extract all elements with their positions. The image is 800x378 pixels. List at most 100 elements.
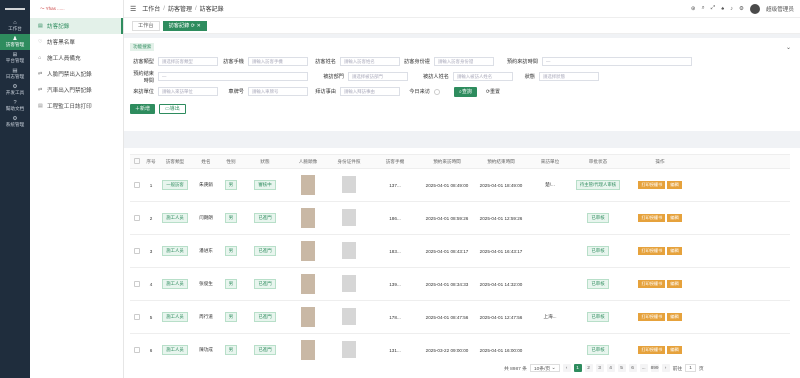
edit-button[interactable]: 編輯: [667, 313, 682, 321]
id-photo[interactable]: [342, 308, 356, 325]
row-checkbox[interactable]: [134, 214, 140, 221]
row-checkbox[interactable]: [134, 181, 140, 188]
prev-page-icon[interactable]: ‹: [562, 364, 571, 372]
search-icon[interactable]: ⌕: [702, 5, 705, 12]
filter-input[interactable]: 請輸入訪客手機: [248, 57, 308, 66]
face-photo[interactable]: [301, 240, 315, 261]
unit-cell: 楚/...: [545, 182, 555, 187]
edit-button[interactable]: 編輯: [667, 181, 682, 189]
edit-button[interactable]: 編輯: [667, 346, 682, 354]
select-all-checkbox[interactable]: [134, 158, 140, 164]
collapse-icon[interactable]: ⌄: [783, 43, 794, 52]
filter-input[interactable]: 請輸入被訪人姓名: [453, 72, 513, 81]
submenu-item-5[interactable]: ▤ 工程監工日誌打印: [30, 98, 123, 114]
id-photo[interactable]: [342, 341, 356, 358]
rail-label: 系统管理: [5, 122, 25, 127]
filter-input[interactable]: —: [542, 57, 692, 66]
face-photo[interactable]: [301, 339, 315, 360]
reset-button[interactable]: ⟳ 重置: [481, 87, 505, 97]
print-auth-button[interactable]: 打印授權书: [638, 346, 666, 354]
avatar[interactable]: [750, 3, 761, 14]
id-photo[interactable]: [342, 209, 356, 226]
filter-label: 預約來訪時間: [506, 59, 538, 65]
rail-item-3[interactable]: ▤ 日志管理: [0, 66, 30, 82]
face-photo[interactable]: [301, 207, 315, 228]
face-photo[interactable]: [301, 174, 315, 195]
row-checkbox[interactable]: [134, 346, 140, 353]
rail-item-0[interactable]: ⌂ 工作台: [0, 18, 30, 34]
op-cell: 打印授權书 編輯: [624, 181, 696, 189]
face-photo[interactable]: [301, 306, 315, 327]
export-button[interactable]: ▭ 導出: [159, 103, 186, 114]
bell-icon[interactable]: ♪: [730, 6, 733, 12]
menu-toggle-icon[interactable]: ☰: [130, 5, 136, 13]
row-checkbox[interactable]: [134, 280, 140, 287]
today-radio[interactable]: [434, 88, 440, 95]
page-6[interactable]: 6: [628, 364, 637, 372]
breadcrumb-section[interactable]: 訪客管理: [168, 4, 192, 13]
rail-item-1[interactable]: ♟ 訪客管理: [0, 34, 30, 50]
submenu-item-2[interactable]: ⌂ 施工人員備充: [30, 50, 123, 66]
filter-input[interactable]: 請选择被訪部門: [348, 72, 408, 81]
fullscreen-icon[interactable]: ⤢: [711, 5, 715, 12]
tab-visitor-records[interactable]: 訪客記錄 ⟳ ✕: [162, 20, 207, 31]
print-auth-button[interactable]: 打印授權书: [638, 214, 666, 222]
tab-workbench[interactable]: 工作台: [132, 20, 160, 31]
page-3[interactable]: 3: [595, 364, 604, 372]
refresh-icon[interactable]: ⟳: [191, 23, 195, 29]
name-cell: 陳功成: [199, 347, 213, 352]
github-icon[interactable]: ⊛: [691, 6, 696, 12]
rail-item-2[interactable]: ⊞ 平台管理: [0, 50, 30, 66]
page-...[interactable]: ...: [639, 364, 648, 372]
filter-input[interactable]: 請輸入來訪單位: [158, 87, 218, 96]
filter-label: 訪客類型: [133, 59, 154, 65]
rail-item-6[interactable]: ⚙ 系统管理: [0, 114, 30, 130]
breadcrumb-home[interactable]: 工作台: [142, 4, 160, 13]
filter-input[interactable]: —: [158, 72, 308, 81]
id-photo[interactable]: [342, 176, 356, 193]
filter-label: 來訪單位: [133, 89, 154, 95]
filter-input[interactable]: 請輸入拜訪事由: [340, 87, 400, 96]
submenu-item-1[interactable]: ♡ 訪客黑名單: [30, 34, 123, 50]
settings-icon[interactable]: ⚙: [739, 6, 744, 12]
print-auth-button[interactable]: 打印授權书: [638, 313, 666, 321]
page-1[interactable]: 1: [573, 364, 582, 372]
close-icon[interactable]: ✕: [197, 23, 201, 29]
submenu-item-4[interactable]: ⇄ 汽車出入門禁記錄: [30, 82, 123, 98]
add-button[interactable]: ＋ 新增: [130, 103, 156, 114]
id-photo[interactable]: [342, 275, 356, 292]
rail-item-5[interactable]: ? 幫助文档: [0, 98, 30, 114]
print-auth-button[interactable]: 打印授權书: [638, 247, 666, 255]
page-2[interactable]: 2: [584, 364, 593, 372]
filter-input[interactable]: 請选择狀態: [539, 72, 599, 81]
edit-button[interactable]: 編輯: [667, 214, 682, 222]
shirt-icon[interactable]: ♠: [721, 6, 724, 12]
next-page-icon[interactable]: ›: [661, 364, 670, 372]
submenu-item-0[interactable]: ▤ 訪客記錄: [30, 18, 123, 34]
row-checkbox[interactable]: [134, 247, 140, 254]
print-auth-button[interactable]: 打印授權书: [638, 181, 666, 189]
row-checkbox[interactable]: [134, 313, 140, 320]
submenu-item-3[interactable]: ⇄ 人臉門禁出入記錄: [30, 66, 123, 82]
edit-button[interactable]: 編輯: [667, 247, 682, 255]
rail-item-4[interactable]: ⚙ 开发工具: [0, 82, 30, 98]
filter-input[interactable]: 請輸入訪客身份證: [434, 57, 494, 66]
unit-cell: 上海...: [543, 314, 557, 319]
id-photo[interactable]: [342, 242, 356, 259]
filter-input[interactable]: 請輸入車牌号: [248, 87, 308, 96]
face-photo[interactable]: [301, 273, 315, 294]
goto-input[interactable]: 1: [685, 364, 696, 372]
face-cell: [288, 273, 328, 295]
filter-input[interactable]: 請选择訪客類型: [158, 57, 218, 66]
page-4[interactable]: 4: [606, 364, 615, 372]
id-cell: [328, 176, 370, 194]
status-tag: 審核中: [254, 180, 276, 190]
page-899[interactable]: 899: [650, 364, 659, 372]
print-auth-button[interactable]: 打印授權书: [638, 280, 666, 288]
page-5[interactable]: 5: [617, 364, 626, 372]
edit-button[interactable]: 編輯: [667, 280, 682, 288]
user-name[interactable]: 超级管理员: [766, 5, 794, 13]
search-button[interactable]: ⌕ 查詢: [454, 86, 477, 97]
page-size-select[interactable]: 10条/页 ⌄: [529, 364, 560, 372]
filter-input[interactable]: 請輸入訪客姓名: [340, 57, 400, 66]
